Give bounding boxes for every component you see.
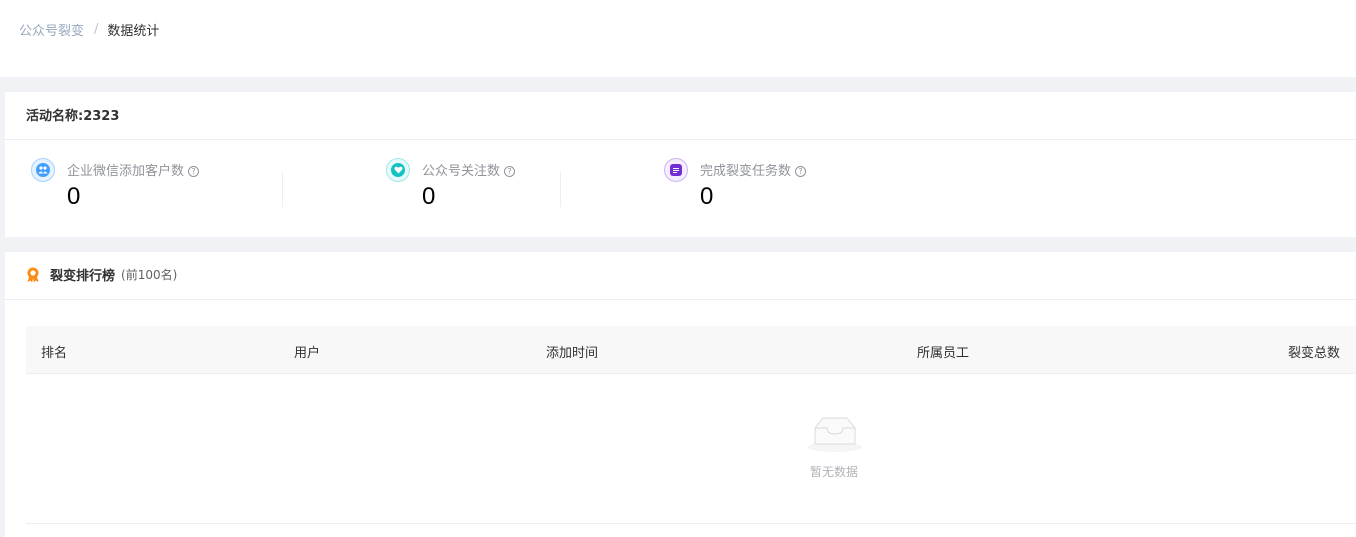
ranking-title: 裂变排行榜 (前100名) — [26, 265, 177, 284]
activity-title: 活动名称:2323 — [26, 109, 120, 124]
column-header-staff: 所属员工 — [917, 346, 970, 361]
stats-card: 活动名称:2323 企业微信添加客户数? 0 公众号关注数? 0 完成裂变任务数… — [5, 92, 1356, 237]
help-icon[interactable]: ? — [188, 166, 200, 177]
medal-icon — [26, 267, 40, 283]
stat-value: 0 — [67, 183, 81, 210]
top-bar: 公众号裂变 / 数据统计 — [0, 0, 1356, 77]
table-empty-body: 暂无数据 — [26, 374, 1356, 524]
stat-label: 完成裂变任务数? — [700, 160, 807, 179]
ranking-card: 裂变排行榜 (前100名) 排名 用户 添加时间 所属员工 裂变总数 暂无数据 — [5, 252, 1356, 537]
stat-divider — [282, 171, 283, 207]
ranking-table: 排名 用户 添加时间 所属员工 裂变总数 暂无数据 — [26, 326, 1356, 524]
stat-divider — [560, 171, 561, 207]
column-header-rank: 排名 — [41, 346, 68, 361]
empty-text: 暂无数据 — [810, 465, 859, 479]
heart-icon — [386, 158, 410, 182]
stat-label: 公众号关注数? — [422, 160, 516, 179]
breadcrumb: 公众号裂变 / 数据统计 — [19, 20, 160, 39]
column-header-user: 用户 — [294, 346, 321, 361]
empty-inbox-icon — [806, 414, 864, 454]
breadcrumb-parent-link[interactable]: 公众号裂变 — [19, 20, 84, 39]
breadcrumb-current: 数据统计 — [107, 23, 160, 39]
ranking-subtitle: (前100名) — [121, 268, 178, 282]
users-icon — [31, 158, 55, 182]
ranking-card-header: 裂变排行榜 (前100名) — [5, 252, 1356, 300]
stat-value: 0 — [700, 183, 714, 210]
stat-value: 0 — [422, 183, 436, 210]
breadcrumb-separator: / — [94, 21, 99, 37]
task-icon — [664, 158, 688, 182]
column-header-total: 裂变总数 — [1288, 346, 1341, 361]
table-header: 排名 用户 添加时间 所属员工 裂变总数 — [26, 326, 1356, 374]
column-header-add-time: 添加时间 — [546, 346, 599, 361]
stats-card-header: 活动名称:2323 — [5, 92, 1356, 140]
help-icon[interactable]: ? — [504, 166, 516, 177]
ranking-title-text: 裂变排行榜 — [50, 269, 116, 284]
help-icon[interactable]: ? — [795, 166, 807, 177]
stat-label: 企业微信添加客户数? — [67, 160, 200, 179]
